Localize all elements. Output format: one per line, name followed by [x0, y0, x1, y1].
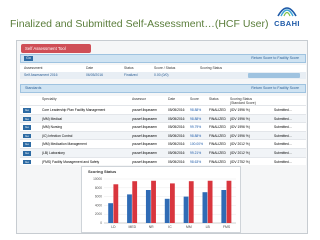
bar	[132, 181, 138, 223]
x-tick-label: FMS	[223, 225, 231, 229]
y-tick-label: 8000	[95, 186, 102, 190]
row-go-button[interactable]: Go	[23, 125, 31, 130]
row-go-button[interactable]: Go	[23, 142, 31, 147]
standards-toolbar: Standards Return Score to Facility Score	[20, 84, 306, 93]
table-row[interactable]: Go (MM) Medical yousef.Ibqassem 05/05/2016 9…	[20, 113, 306, 123]
x-tick-label: MED	[129, 225, 137, 229]
logo-mark-icon	[277, 7, 297, 17]
standards-label: Standards	[25, 86, 42, 90]
chart-title: Scoring Status	[88, 169, 117, 174]
assessment-row[interactable]: Self Assessment 2016 06/05/2016 Finalize…	[20, 72, 306, 79]
chart-svg: 0 2000 4000 6000 8000 10000 LD MED NR IC MM LB FMS	[93, 177, 236, 229]
y-tick-label: 6000	[95, 195, 102, 199]
bar	[207, 180, 213, 223]
assessment-table-header: Assessment Date Status Score / Status Sc…	[20, 65, 306, 72]
table-row[interactable]: Go (IC) Infection Control yousef.Ibqassem 0…	[20, 130, 306, 140]
row-assessor: yousef.Ibqassem	[132, 159, 157, 164]
x-tick-label: IC	[168, 225, 172, 229]
bar	[183, 196, 189, 223]
x-tick-label: LD	[111, 225, 116, 229]
row-score: 98.63%	[190, 159, 202, 164]
row-submitted-status: Submitted…	[274, 159, 293, 164]
bar	[188, 181, 194, 223]
row-go-button[interactable]: Go	[23, 108, 31, 113]
bar	[151, 180, 156, 223]
assessment-status: Finalized	[124, 73, 138, 77]
bar	[170, 183, 175, 223]
y-tick-label: 0	[100, 221, 102, 225]
table-row[interactable]: Go (MM) Medication Management yousef.Ibqas…	[20, 139, 306, 148]
table-row[interactable]: Go (FMS) Facility Management and Safety yo…	[20, 156, 306, 167]
bar	[164, 198, 170, 223]
y-tick-label: 2000	[95, 212, 102, 216]
panel-title: Self Assessment Tool	[21, 44, 91, 53]
y-tick-label: 10000	[93, 177, 102, 181]
bar	[202, 192, 208, 223]
bar	[127, 194, 132, 223]
row-date: 05/05/2016	[168, 159, 185, 164]
standards-table: Speciality Assessor Date Score Status Sc…	[20, 96, 306, 167]
header-score2: Score	[190, 97, 199, 101]
row-go-button[interactable]: Go	[23, 159, 31, 165]
assessment-table: Assessment Date Status Score / Status Sc…	[20, 65, 306, 79]
header-scoring-status2: Scoring Status (Standard Score)	[230, 97, 256, 105]
row-go-button[interactable]: Go	[23, 133, 31, 139]
header-score: Score / Status	[154, 66, 176, 70]
header-status: Status	[124, 66, 134, 70]
header-assessor: Assessor	[132, 97, 146, 101]
row-scoring-status: (IDV 2752 %)	[230, 159, 250, 164]
row-go-button[interactable]: Go	[23, 150, 31, 156]
header-scoring-status: Scoring Status	[200, 66, 223, 70]
return-score-link[interactable]: Return Score to Facility Score	[251, 56, 299, 60]
header-speciality: Speciality	[42, 97, 57, 101]
assessment-name[interactable]: Self Assessment 2016	[24, 72, 58, 79]
bar	[113, 184, 119, 223]
logo-text: CBAHI	[274, 19, 300, 28]
assessment-date: 06/05/2016	[86, 73, 103, 77]
table-row[interactable]: Go Core Leadership Plan Facility Manageme…	[20, 105, 306, 114]
y-tick-label: 4000	[95, 203, 102, 207]
header-date: Date	[86, 66, 94, 70]
app-screenshot: Self Assessment Tool Go Return Score to …	[16, 40, 308, 234]
header-assessment: Assessment	[24, 66, 43, 70]
bar	[221, 190, 227, 223]
standards-table-header: Speciality Assessor Date Score Status Sc…	[20, 96, 306, 105]
view-details-button[interactable]	[248, 73, 300, 78]
table-row[interactable]: Go (MM) Nursing yousef.Ibqassem 05/05/2016 9…	[20, 122, 306, 131]
row-speciality[interactable]: (FMS) Facility Management and Safety	[42, 158, 99, 167]
header-date2: Date	[168, 97, 176, 101]
table-row[interactable]: Go (LB) Laboratory yousef.Ibqassem 05/05/20…	[20, 147, 306, 157]
bar	[108, 203, 114, 223]
slide-title: Finalized and Submitted Self-Assessment……	[10, 18, 269, 30]
row-go-button[interactable]: Go	[23, 116, 31, 122]
row-status: FINALIZED	[209, 159, 226, 164]
assessment-toolbar: Go Return Score to Facility Score	[20, 54, 306, 63]
standards-return-link[interactable]: Return Score to Facility Score	[251, 86, 299, 90]
go-button[interactable]: Go	[24, 56, 33, 61]
bar	[145, 190, 151, 223]
x-tick-label: MM	[186, 225, 192, 229]
x-tick-label: NR	[149, 225, 154, 229]
bar	[226, 180, 232, 223]
assessment-score: 0.00 (0/0)	[154, 73, 169, 77]
header-status2: Status	[209, 97, 219, 101]
scoring-status-chart: Scoring Status 0 2000 4000 6000 8000 10000 LD M…	[81, 166, 241, 233]
cbahi-logo: CBAHI	[262, 4, 312, 32]
x-tick-label: LB	[206, 225, 211, 229]
